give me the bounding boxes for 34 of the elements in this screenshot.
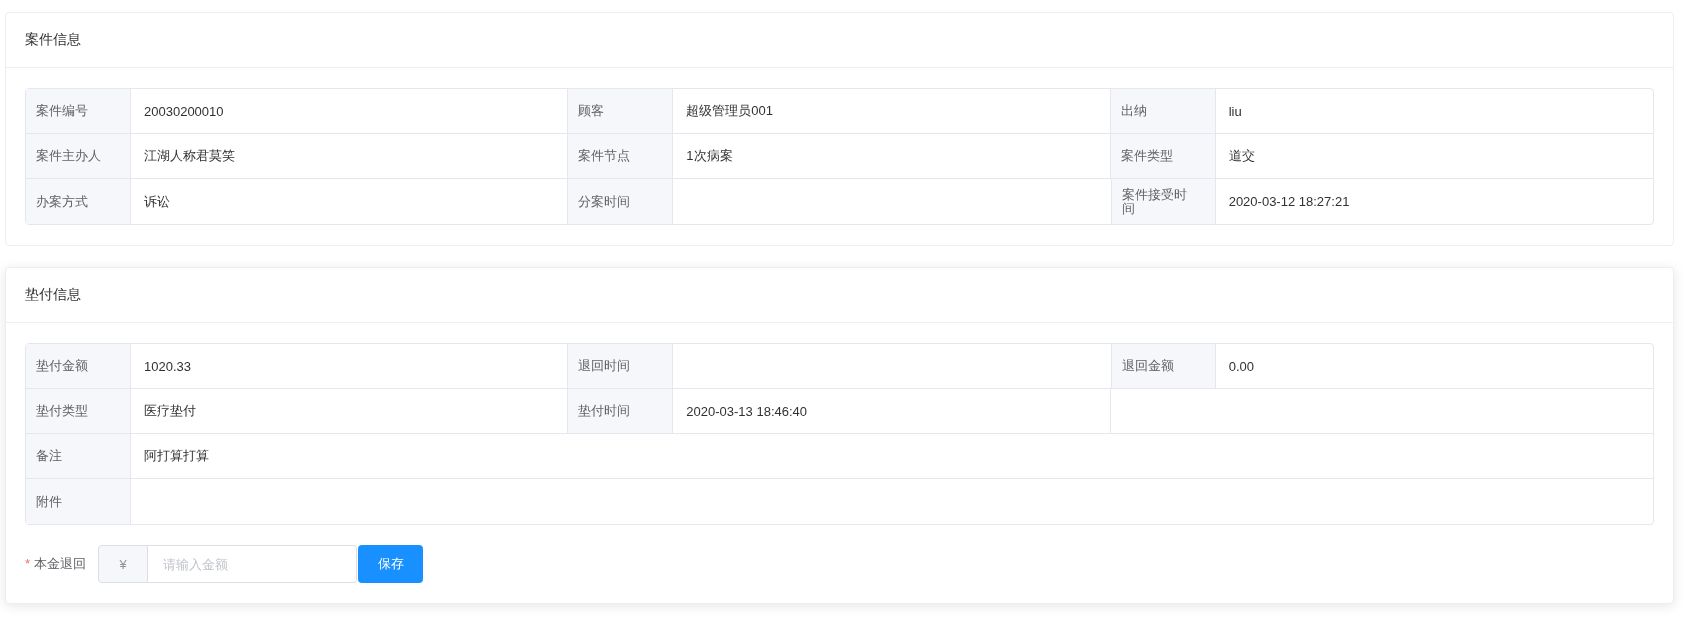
field-value: 1次病案 [673,134,1111,179]
card-title: 案件信息 [25,31,81,49]
field-label: 附件 [26,479,131,524]
field-label: 垫付时间 [568,389,674,434]
field-label: 退回时间 [568,344,674,389]
field-value: 20030200010 [131,89,569,134]
field-label: 备注 [26,434,131,479]
card-title: 垫付信息 [25,286,81,304]
field-label: 案件主办人 [26,134,131,179]
field-value: 2020-03-12 18:27:21 [1227,193,1351,211]
field-label: 垫付金额 [26,344,131,389]
field-value: 阿打算打算 [131,434,1653,479]
field-value: 医疗垫付 [131,389,569,434]
save-button[interactable]: 保存 [358,545,424,583]
currency-prefix: ¥ [98,545,149,583]
field-label: 垫付类型 [26,389,131,434]
field-value: 道交 [1215,134,1653,179]
field-value: 超级管理员001 [673,89,1111,134]
field-label: 案件类型 [1110,134,1216,179]
field-value: 0.00 [1215,344,1653,389]
field-label: 案件编号 [26,89,131,134]
field-value: 江湖人称君莫笑 [131,134,569,179]
field-label: 出纳 [1110,89,1216,134]
field-value: 2020-03-13 18:46:40 [673,389,1111,434]
field-label: 案件接受时间 [1110,179,1216,224]
field-label: 办案方式 [26,179,131,224]
field-value: 1020.33 [131,344,569,389]
field-label: 分案时间 [568,179,674,224]
field-label: 案件节点 [568,134,674,179]
field-label: 顾客 [568,89,674,134]
field-value: liu [1215,89,1653,134]
form-label: * 本金退回 [25,555,87,573]
field-label: 退回金额 [1110,344,1216,389]
amount-input-field[interactable]: 请输入金额 [148,545,358,583]
